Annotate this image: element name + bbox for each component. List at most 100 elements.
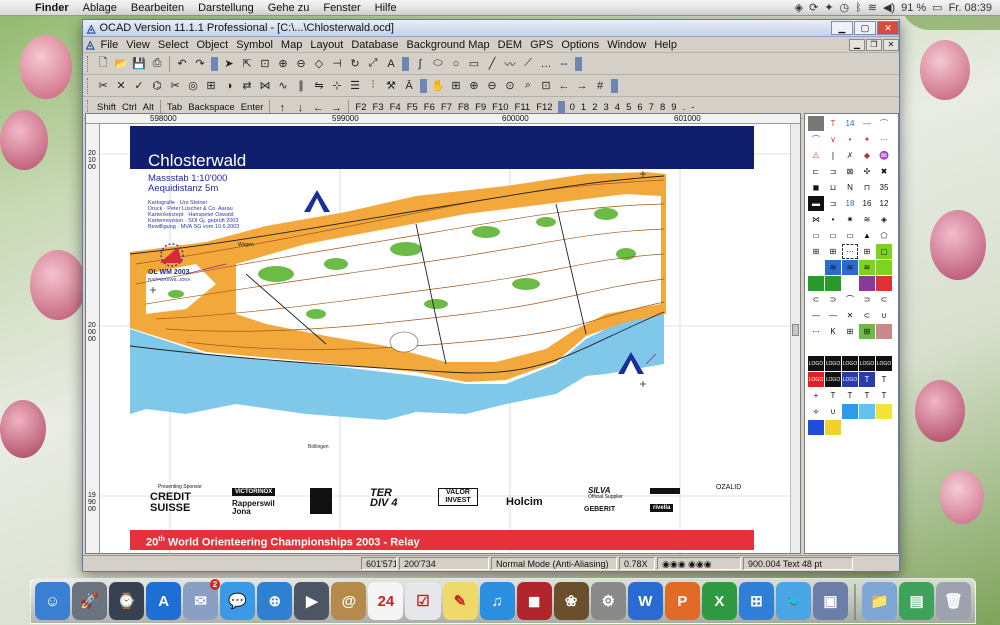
menu-ablage[interactable]: Ablage bbox=[76, 2, 124, 14]
symbol-swatch[interactable]: ⊐ bbox=[825, 164, 841, 179]
facetime-icon[interactable]: ▶ bbox=[294, 582, 330, 620]
symbol-swatch[interactable]: ⋯ bbox=[842, 244, 858, 259]
menu-gehe-zu[interactable]: Gehe zu bbox=[261, 2, 317, 14]
number-mode-icon[interactable]: ⟋ bbox=[520, 56, 536, 72]
key-f8[interactable]: F8 bbox=[455, 102, 472, 113]
symbol-swatch[interactable] bbox=[876, 276, 892, 291]
symbol-swatch[interactable] bbox=[808, 276, 824, 291]
zoom-prev-icon[interactable]: ⌕ bbox=[520, 78, 536, 94]
symbol-swatch[interactable]: T bbox=[825, 388, 841, 403]
symbol-swatch[interactable]: 14 bbox=[842, 116, 858, 131]
join-icon[interactable]: ⋈ bbox=[257, 78, 273, 94]
finder-icon[interactable]: ☺ bbox=[35, 582, 71, 620]
toolbar-dropdown[interactable] bbox=[211, 56, 218, 71]
symbol-swatch[interactable]: LOGO bbox=[808, 356, 824, 371]
symbol-swatch[interactable] bbox=[808, 260, 824, 275]
menu-map[interactable]: Map bbox=[277, 39, 306, 51]
key-alt[interactable]: Alt bbox=[140, 102, 157, 113]
symbol-swatch[interactable]: ▲ bbox=[859, 228, 875, 243]
symbol-swatch[interactable]: ✖ bbox=[876, 164, 892, 179]
menu-window[interactable]: Window bbox=[603, 39, 650, 51]
symbol-swatch[interactable]: ⊂ bbox=[859, 308, 875, 323]
menu-object[interactable]: Object bbox=[192, 39, 232, 51]
rectangle-mode-icon[interactable]: ▭ bbox=[466, 56, 482, 72]
symbol-swatch[interactable]: ≋ bbox=[859, 212, 875, 227]
menu-view[interactable]: View bbox=[122, 39, 154, 51]
zoom-in-icon[interactable]: ⊕ bbox=[466, 78, 482, 94]
downloads-icon[interactable]: ▤ bbox=[899, 582, 935, 620]
key-6[interactable]: 6 bbox=[634, 102, 645, 113]
delete-point-icon[interactable]: ⊖ bbox=[293, 56, 309, 72]
merge-icon[interactable]: ⊞ bbox=[203, 78, 219, 94]
symbol-swatch[interactable] bbox=[808, 116, 824, 131]
move-point-icon[interactable]: ⊡ bbox=[257, 56, 273, 72]
symbol-swatch[interactable]: LOGO bbox=[842, 372, 858, 387]
symbol-swatch[interactable]: ⌒ bbox=[876, 116, 892, 131]
smooth-icon[interactable]: ∿ bbox=[275, 78, 291, 94]
key-enter[interactable]: Enter bbox=[238, 102, 267, 113]
symbol-swatch[interactable]: T bbox=[859, 372, 875, 387]
symbol-swatch[interactable]: ✕ bbox=[842, 308, 858, 323]
symbol-swatch[interactable] bbox=[825, 420, 841, 435]
back-icon[interactable]: ← bbox=[556, 78, 572, 94]
key-minus[interactable]: - bbox=[688, 102, 697, 113]
menu-background-map[interactable]: Background Map bbox=[402, 39, 493, 51]
cut-hole-icon[interactable]: ◎ bbox=[185, 78, 201, 94]
straight-line-mode-icon[interactable]: ╱ bbox=[484, 56, 500, 72]
symbol-swatch[interactable]: ⋈ bbox=[808, 212, 824, 227]
battery-label[interactable]: 91 % bbox=[901, 2, 926, 14]
symbol-swatch[interactable]: T bbox=[876, 388, 892, 403]
symbol-swatch[interactable] bbox=[876, 260, 892, 275]
key-8[interactable]: 8 bbox=[657, 102, 668, 113]
symbol-swatch[interactable]: K bbox=[825, 324, 841, 339]
key-f5[interactable]: F5 bbox=[404, 102, 421, 113]
key-f2[interactable]: F2 bbox=[352, 102, 369, 113]
symbol-swatch[interactable]: 12 bbox=[876, 196, 892, 211]
symbol-swatch[interactable]: • bbox=[842, 132, 858, 147]
dropbox-icon[interactable]: ◈ bbox=[795, 1, 803, 14]
symbol-swatch[interactable]: ❘ bbox=[825, 148, 841, 163]
close-button[interactable]: ✕ bbox=[877, 21, 899, 35]
symbol-swatch[interactable]: ◆ bbox=[859, 148, 875, 163]
measure-icon[interactable]: ⊹ bbox=[329, 78, 345, 94]
symbol-swatch[interactable] bbox=[842, 420, 858, 435]
symbol-swatch[interactable] bbox=[842, 404, 858, 419]
key-backspace[interactable]: Backspace bbox=[185, 102, 237, 113]
volume-icon[interactable]: ◀) bbox=[883, 1, 895, 14]
symbol-swatch[interactable]: ▭ bbox=[825, 228, 841, 243]
window-titlebar[interactable]: ◬ OCAD Version 11.1.1 Professional - [C:… bbox=[83, 20, 899, 37]
symbol-swatch[interactable]: ⊂ bbox=[876, 292, 892, 307]
map-vertical-scrollbar[interactable] bbox=[790, 124, 800, 553]
scale-icon[interactable]: ⤢ bbox=[365, 56, 381, 72]
add-point-icon[interactable]: ⊕ bbox=[275, 56, 291, 72]
sync-icon[interactable]: ⟳ bbox=[809, 1, 818, 14]
curve-mode-icon[interactable]: ∫ bbox=[412, 56, 428, 72]
launchpad-icon[interactable]: 🚀 bbox=[72, 582, 108, 620]
menu-database[interactable]: Database bbox=[347, 39, 402, 51]
symbol-swatch[interactable] bbox=[842, 340, 858, 355]
symbol-swatch[interactable]: ∪ bbox=[825, 404, 841, 419]
zoom-out-icon[interactable]: ⊖ bbox=[484, 78, 500, 94]
reminders-icon[interactable]: ☑ bbox=[405, 582, 441, 620]
key-7[interactable]: 7 bbox=[646, 102, 657, 113]
mail-icon[interactable]: ✉ 2 bbox=[183, 579, 221, 620]
symbol-swatch[interactable]: ∪ bbox=[876, 308, 892, 323]
symbol-swatch[interactable] bbox=[825, 340, 841, 355]
symbol-swatch[interactable]: ◼ bbox=[808, 180, 824, 195]
open-file-icon[interactable]: 📂 bbox=[113, 56, 129, 72]
symbol-swatch[interactable]: LOGO bbox=[859, 356, 875, 371]
scrollbar-thumb[interactable] bbox=[792, 324, 799, 336]
virtualbox-icon[interactable]: ▣ bbox=[812, 582, 849, 620]
symbol-swatch[interactable]: ♒ bbox=[876, 148, 892, 163]
reshape-icon[interactable]: ⌬ bbox=[149, 78, 165, 94]
key-f4[interactable]: F4 bbox=[387, 102, 404, 113]
symbol-swatch[interactable]: ⊠ bbox=[842, 164, 858, 179]
bluetooth-icon[interactable]: ᛒ bbox=[855, 2, 862, 14]
symbol-swatch[interactable]: — bbox=[808, 308, 824, 323]
symbol-swatch[interactable]: N bbox=[842, 180, 858, 195]
symbol-swatch[interactable] bbox=[808, 420, 824, 435]
text-edit-icon[interactable]: A bbox=[383, 56, 399, 72]
symbol-swatch[interactable]: 35 bbox=[876, 180, 892, 195]
symbol-swatch[interactable]: ✣ bbox=[859, 164, 875, 179]
symbol-swatch[interactable]: ⊞ bbox=[825, 244, 841, 259]
